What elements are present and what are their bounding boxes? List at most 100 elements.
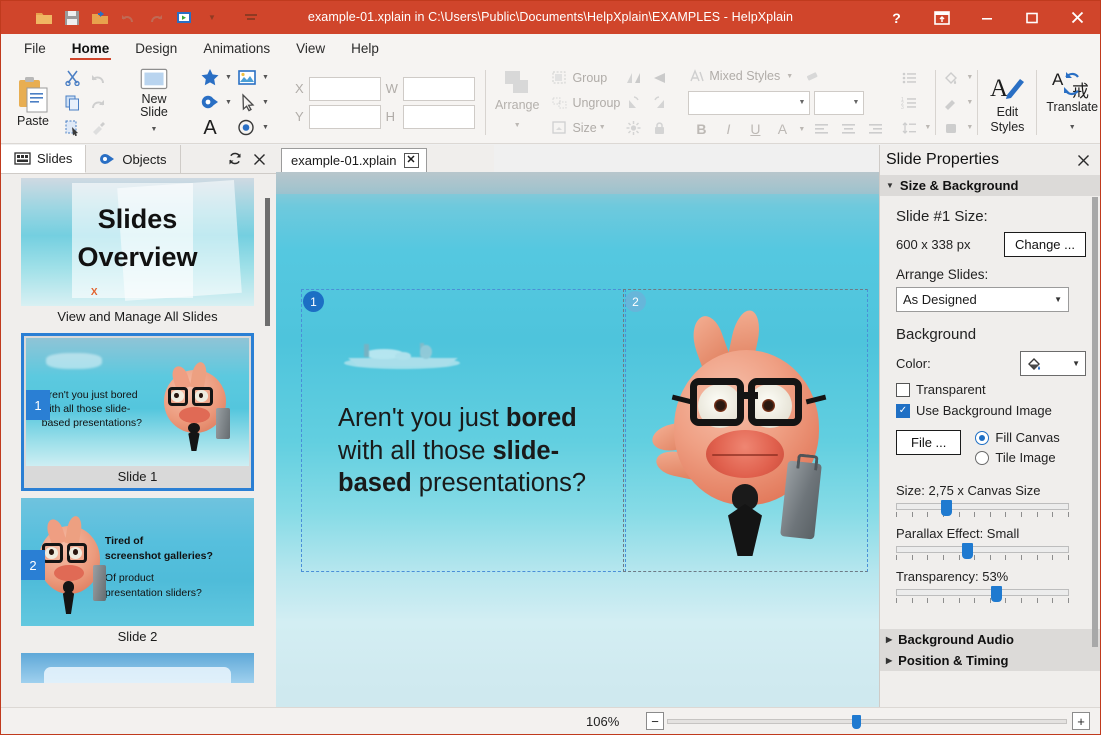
h-input[interactable] xyxy=(402,104,475,129)
right-panel-scrollbar[interactable] xyxy=(1092,197,1098,647)
group-label[interactable]: Group xyxy=(572,71,607,85)
transparent-checkbox[interactable] xyxy=(896,382,910,397)
close-button[interactable] xyxy=(1054,1,1100,34)
use-background-image-row[interactable]: ✓ Use Background Image xyxy=(896,403,1086,418)
shape-fill-chevron-down-icon[interactable]: ▼ xyxy=(964,116,975,139)
slide-panel-scrollbar[interactable] xyxy=(265,180,270,701)
numbered-list-icon[interactable]: 123 xyxy=(896,91,922,114)
align-center-icon[interactable] xyxy=(835,118,861,141)
line-spacing-icon[interactable] xyxy=(896,116,922,139)
save-icon[interactable] xyxy=(59,6,85,30)
translate-button[interactable]: A戒 Translate ▼ xyxy=(1039,65,1100,141)
fill-canvas-row[interactable]: Fill Canvas xyxy=(975,430,1060,445)
new-slide-button[interactable]: New Slide ▼ xyxy=(127,65,181,141)
size-chevron-down-icon[interactable]: ▼ xyxy=(597,116,608,139)
redo-icon[interactable] xyxy=(143,6,169,30)
image-icon[interactable] xyxy=(234,66,260,89)
arrange-chevron-down-icon[interactable]: ▼ xyxy=(512,114,523,137)
font-color-chevron-down-icon[interactable]: ▼ xyxy=(796,118,807,141)
paste-button[interactable]: Paste xyxy=(7,65,59,141)
fish-image[interactable] xyxy=(644,307,849,562)
bullet-list-icon[interactable] xyxy=(896,66,922,89)
shape-fill-icon[interactable] xyxy=(938,116,964,139)
shape-chevron-down-icon[interactable]: ▼ xyxy=(223,66,234,89)
y-input[interactable] xyxy=(308,104,381,129)
font-size-select[interactable]: ▼ xyxy=(814,90,865,115)
undo-icon[interactable] xyxy=(115,6,141,30)
size-label[interactable]: Size xyxy=(572,121,596,135)
tab-design[interactable]: Design xyxy=(122,38,190,62)
font-color-button[interactable]: A xyxy=(769,118,795,141)
underline-button[interactable]: U xyxy=(742,118,768,141)
ribbon-display-options-button[interactable] xyxy=(919,1,964,34)
fill-canvas-radio[interactable] xyxy=(975,430,990,445)
zoom-slider-knob[interactable] xyxy=(851,715,861,729)
use-background-image-checkbox[interactable]: ✓ xyxy=(896,403,910,418)
mixed-styles-chevron-down-icon[interactable]: ▼ xyxy=(784,65,795,88)
line-color-icon[interactable] xyxy=(938,91,964,114)
tile-image-row[interactable]: Tile Image xyxy=(975,450,1059,465)
w-input[interactable] xyxy=(402,76,475,101)
fill-color-icon[interactable] xyxy=(938,66,964,89)
save-as-icon[interactable] xyxy=(87,6,113,30)
refresh-icon[interactable] xyxy=(224,148,246,170)
section-size-background[interactable]: ▼ Size & Background xyxy=(880,175,1100,196)
right-panel-scrollbar-thumb[interactable] xyxy=(1092,197,1098,647)
thumbnail-slide-1[interactable]: Aren't you just bored with all those sli… xyxy=(21,333,254,491)
edit-styles-button[interactable]: A Edit Styles xyxy=(980,65,1034,141)
translate-chevron-down-icon[interactable]: ▼ xyxy=(1067,116,1078,139)
ungroup-label[interactable]: Ungroup xyxy=(572,96,620,110)
x-input[interactable] xyxy=(308,76,381,101)
line-color-chevron-down-icon[interactable]: ▼ xyxy=(964,91,975,114)
fill-color-chevron-down-icon[interactable]: ▼ xyxy=(964,66,975,89)
zoom-out-button[interactable]: − xyxy=(646,712,664,730)
sidebar-tab-objects[interactable]: Objects xyxy=(86,145,181,173)
align-left-icon[interactable] xyxy=(808,118,834,141)
document-tab-close-icon[interactable]: ✕ xyxy=(403,153,419,168)
transparency-slider-knob[interactable] xyxy=(990,586,1002,602)
text-icon[interactable]: A xyxy=(197,116,223,139)
customize-quick-access-icon[interactable] xyxy=(238,6,264,30)
zoom-in-button[interactable]: + xyxy=(1072,712,1090,730)
line-spacing-chevron-down-icon[interactable]: ▼ xyxy=(922,116,933,139)
open-icon[interactable] xyxy=(31,6,57,30)
slide-properties-close-icon[interactable] xyxy=(1072,149,1094,171)
tile-image-radio[interactable] xyxy=(975,450,990,465)
arrange-slides-select[interactable]: As Designed ▼ xyxy=(896,287,1069,312)
section-position-timing[interactable]: ▶ Position & Timing xyxy=(880,650,1100,671)
thumbnail-slide-3-partial[interactable] xyxy=(21,653,254,683)
shape-icon[interactable] xyxy=(197,66,223,89)
cut-icon[interactable] xyxy=(59,66,85,89)
parallax-slider-track[interactable] xyxy=(896,543,1069,559)
mixed-styles-label[interactable]: Mixed Styles xyxy=(709,69,780,83)
thumbnail-overview[interactable]: Slides Overview X View and Manage All Sl… xyxy=(21,178,254,326)
object-1-badge[interactable]: 1 xyxy=(303,291,324,312)
transparent-row[interactable]: Transparent xyxy=(896,382,1086,397)
arrange-button[interactable]: Arrange ▼ xyxy=(488,65,546,141)
object-2-badge[interactable]: 2 xyxy=(625,291,646,312)
sidebar-tab-slides[interactable]: Slides xyxy=(1,145,87,173)
slide-thumbnail-panel[interactable]: Slides Overview X View and Manage All Sl… xyxy=(1,174,276,707)
background-color-picker[interactable]: ▼ xyxy=(1020,351,1086,376)
pointer-icon[interactable] xyxy=(234,91,260,114)
bold-button[interactable]: B xyxy=(688,118,714,141)
slide-panel-scrollbar-thumb[interactable] xyxy=(265,198,270,326)
maximize-button[interactable] xyxy=(1009,1,1054,34)
size-slider-track[interactable] xyxy=(896,500,1069,516)
quick-access-dropdown-icon[interactable]: ▼ xyxy=(199,6,225,30)
tab-home[interactable]: Home xyxy=(59,38,123,62)
slide-headline-text[interactable]: Aren't you just bored with all those sli… xyxy=(338,402,638,500)
close-panel-icon[interactable] xyxy=(248,148,270,170)
pointer-chevron-down-icon[interactable]: ▼ xyxy=(260,91,271,114)
document-tab[interactable]: example-01.xplain ✕ xyxy=(281,148,427,173)
align-right-icon[interactable] xyxy=(862,118,888,141)
help-button[interactable]: ? xyxy=(874,1,919,34)
font-family-select[interactable]: ▼ xyxy=(688,90,811,115)
tab-view[interactable]: View xyxy=(283,38,338,62)
thumbnail-slide-2[interactable]: Tired of screenshot galleries? Of produc… xyxy=(21,498,254,646)
zoom-slider-track[interactable] xyxy=(667,715,1067,729)
image-chevron-down-icon[interactable]: ▼ xyxy=(260,66,271,89)
parallax-slider-knob[interactable] xyxy=(961,543,973,559)
tab-animations[interactable]: Animations xyxy=(190,38,283,62)
tab-help[interactable]: Help xyxy=(338,38,392,62)
